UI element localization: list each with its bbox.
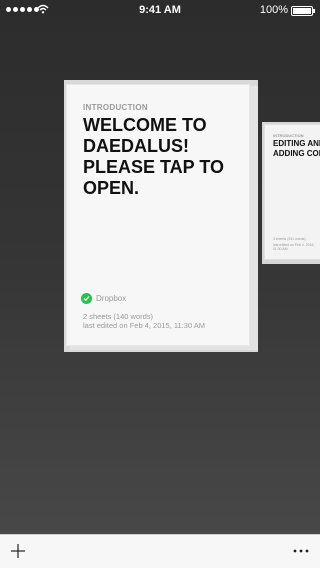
sync-status: Dropbox	[81, 293, 126, 304]
last-edited: last edited on Feb 4, 2015, 11:30 AM	[273, 243, 315, 251]
sync-service-label: Dropbox	[96, 294, 127, 303]
stack-title: Welcome to Daedalus! Please tap to open.	[83, 115, 225, 198]
sheet-count: 3 sheets (241 words)	[273, 237, 306, 241]
sheet-count: 2 sheets (140 words)	[83, 312, 154, 321]
check-icon	[81, 293, 92, 304]
stack-title: Editing and adding con	[273, 139, 320, 158]
stack-card-introduction[interactable]: INTRODUCTION Welcome to Daedalus! Please…	[66, 84, 250, 346]
stack-category: INTRODUCTION	[83, 103, 148, 112]
stack-card-editing[interactable]: INTRODUCTION Editing and adding con 3 sh…	[264, 124, 320, 260]
bottom-toolbar	[0, 534, 320, 568]
plus-icon[interactable]	[10, 543, 26, 559]
last-edited: last edited on Feb 4, 2015, 11:30 AM	[83, 321, 206, 330]
more-icon[interactable]	[292, 543, 310, 559]
stack-category: INTRODUCTION	[273, 133, 304, 138]
status-bar: 9:41 AM 100%	[0, 0, 320, 20]
battery-icon	[291, 6, 315, 16]
battery-percentage: 100%	[259, 4, 288, 16]
